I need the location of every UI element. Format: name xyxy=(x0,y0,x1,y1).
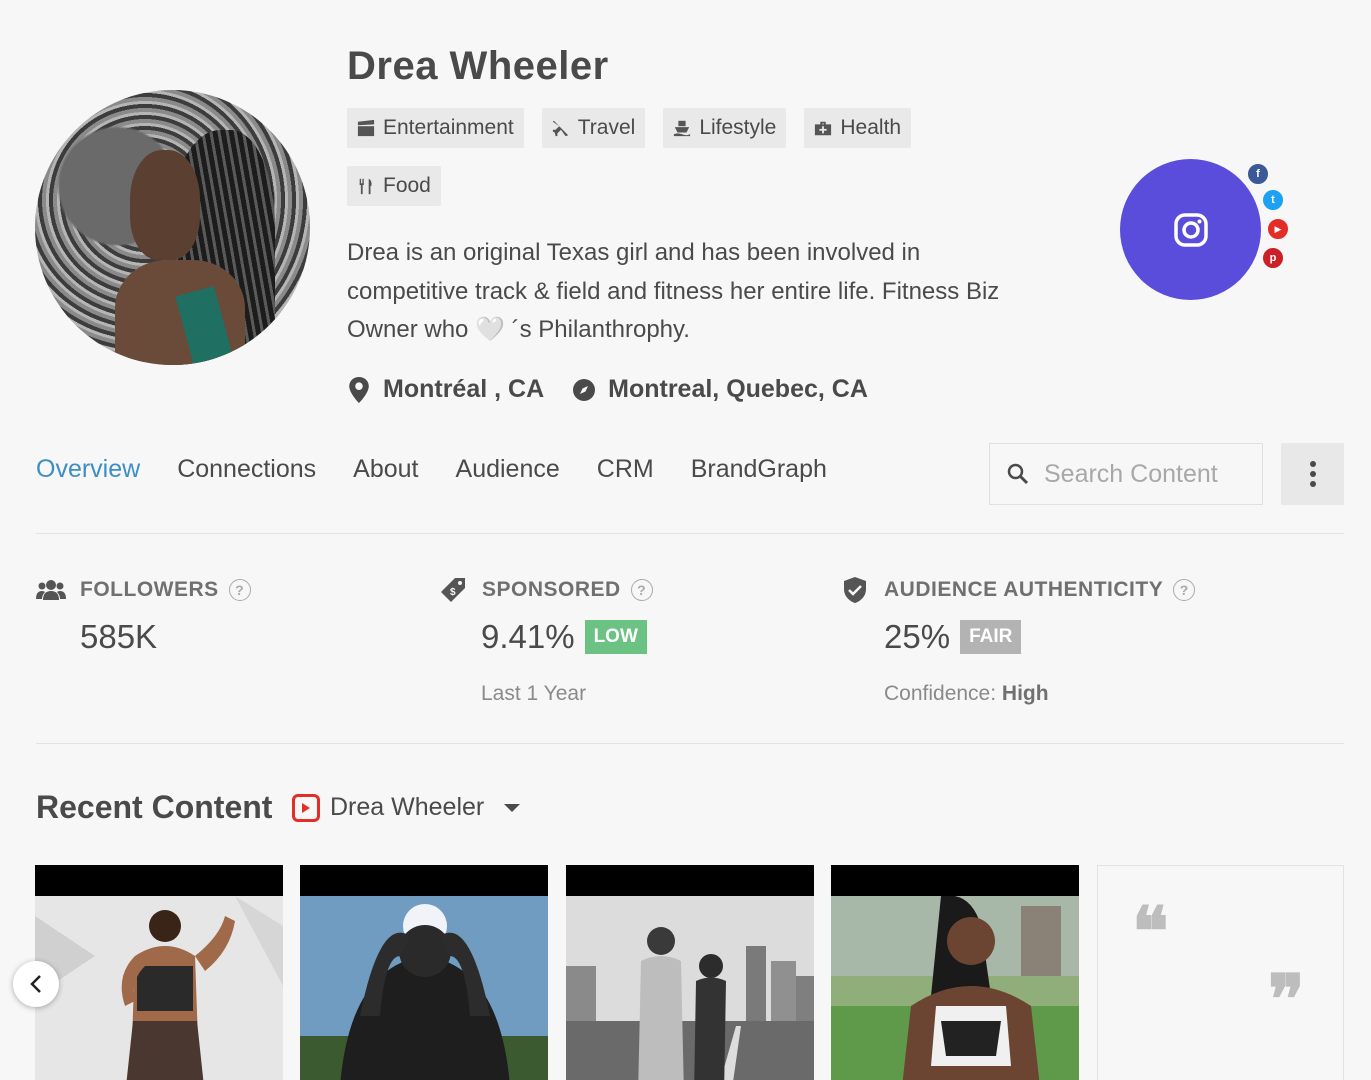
utensils-icon xyxy=(359,178,372,195)
carousel-prev-button[interactable] xyxy=(13,961,59,1007)
profile-avatar xyxy=(35,90,310,365)
chevron-left-icon xyxy=(30,975,41,993)
sponsored-period: Last 1 Year xyxy=(481,682,587,705)
help-icon[interactable]: ? xyxy=(228,579,251,601)
tab-overview[interactable]: Overview xyxy=(36,455,140,484)
tag-health[interactable]: Health xyxy=(804,108,912,148)
tag-travel[interactable]: Travel xyxy=(541,108,646,148)
content-thumbnail[interactable] xyxy=(35,865,283,1080)
youtube-icon[interactable]: ▶ xyxy=(1266,217,1290,241)
help-icon[interactable]: ? xyxy=(630,579,653,601)
authenticity-stat: AUDIENCE AUTHENTICITY ? 25% FAIR Confide… xyxy=(840,576,1196,706)
tab-brandgraph[interactable]: BrandGraph xyxy=(691,455,827,484)
tab-connections[interactable]: Connections xyxy=(177,455,316,484)
open-quote-icon: ❝ xyxy=(1132,892,1169,972)
facebook-icon[interactable]: f xyxy=(1246,162,1270,186)
tag-entertainment[interactable]: Entertainment xyxy=(347,108,524,148)
sponsored-badge: LOW xyxy=(584,620,647,654)
category-tags: Entertainment Travel Lifestyle Health Fo… xyxy=(347,108,987,206)
search-input[interactable] xyxy=(1044,459,1244,489)
tag-food[interactable]: Food xyxy=(347,166,441,206)
search-icon xyxy=(1007,463,1029,485)
svg-text:$: $ xyxy=(450,587,456,598)
more-options-button[interactable] xyxy=(1281,443,1344,505)
content-thumbnail[interactable] xyxy=(566,865,814,1080)
authenticity-label: AUDIENCE AUTHENTICITY xyxy=(884,578,1164,601)
plane-icon xyxy=(552,120,568,137)
content-source-dropdown[interactable]: Drea Wheeler xyxy=(292,793,521,822)
sponsored-value: 9.41% xyxy=(481,618,575,655)
map-pin-icon xyxy=(349,376,369,403)
tab-about[interactable]: About xyxy=(353,455,418,484)
thumbnail-image xyxy=(35,896,283,1080)
profile-tabs: Overview Connections About Audience CRM … xyxy=(36,455,864,484)
content-thumbnail[interactable] xyxy=(300,865,548,1080)
content-thumbnail[interactable] xyxy=(831,865,1079,1080)
thumbnail-image xyxy=(831,896,1079,1080)
sponsored-label: SPONSORED xyxy=(482,578,621,601)
help-icon[interactable]: ? xyxy=(1173,579,1196,601)
twitter-icon[interactable]: t xyxy=(1261,188,1285,212)
clapperboard-icon xyxy=(357,119,375,137)
divider xyxy=(36,533,1344,534)
thumbnail-image xyxy=(566,896,814,1080)
thumbnail-image xyxy=(300,896,548,1080)
tab-crm[interactable]: CRM xyxy=(597,455,654,484)
quote-card[interactable]: ❝ ❞ xyxy=(1097,865,1344,1080)
compass-icon xyxy=(573,378,596,401)
ship-icon xyxy=(674,120,691,137)
followers-value: 585K xyxy=(80,618,158,655)
confidence-text: Confidence: High xyxy=(884,682,1049,705)
close-quote-icon: ❞ xyxy=(1268,960,1305,1040)
followers-stat: FOLLOWERS ? 585K xyxy=(36,576,251,656)
divider xyxy=(36,743,1344,744)
recent-content-title: Recent Content xyxy=(36,789,273,825)
users-icon xyxy=(36,580,66,600)
chevron-down-icon xyxy=(504,803,521,812)
kebab-menu-icon xyxy=(1309,461,1316,487)
location-secondary: Montreal, Quebec, CA xyxy=(572,375,868,404)
tag-lifestyle[interactable]: Lifestyle xyxy=(663,108,787,148)
instagram-platform-button[interactable] xyxy=(1120,159,1261,300)
youtube-icon xyxy=(292,793,320,822)
pinterest-icon[interactable]: p xyxy=(1261,246,1285,270)
location-primary: Montréal , CA xyxy=(347,375,544,404)
locations: Montréal , CA Montreal, Quebec, CA xyxy=(347,375,868,404)
authenticity-badge: FAIR xyxy=(960,620,1022,654)
source-name: Drea Wheeler xyxy=(330,793,485,821)
followers-label: FOLLOWERS xyxy=(80,578,219,601)
price-tag-icon: $ xyxy=(441,578,465,602)
medkit-icon xyxy=(815,121,832,136)
sponsored-stat: $ SPONSORED ? 9.41% LOW Last 1 Year xyxy=(438,576,653,706)
profile-bio: Drea is an original Texas girl and has b… xyxy=(347,239,1000,343)
tab-audience[interactable]: Audience xyxy=(456,455,560,484)
instagram-icon xyxy=(1173,212,1208,247)
shield-check-icon xyxy=(844,577,866,603)
search-content-box[interactable] xyxy=(989,443,1263,505)
profile-name: Drea Wheeler xyxy=(347,44,609,88)
authenticity-value: 25% xyxy=(884,618,951,655)
